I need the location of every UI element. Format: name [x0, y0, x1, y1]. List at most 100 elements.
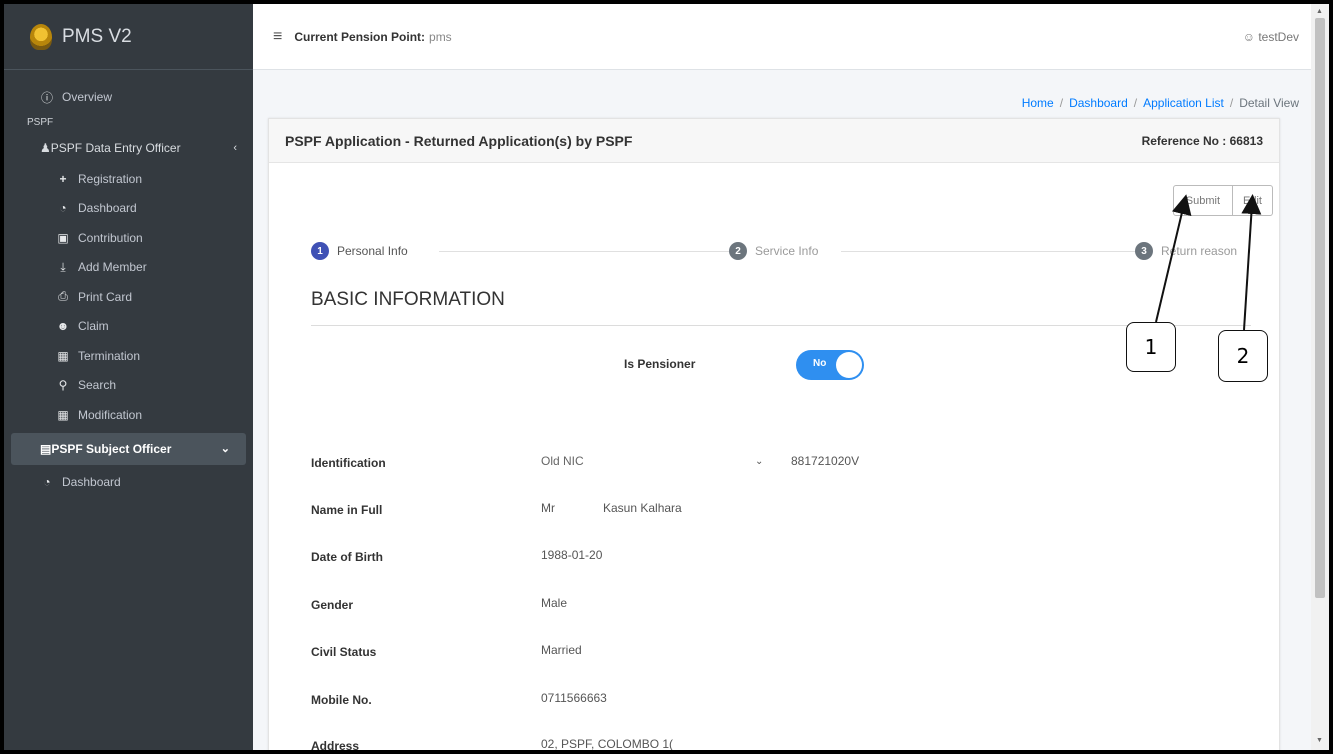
step-connector	[439, 251, 739, 252]
sidebar-item-registration[interactable]: + Registration	[4, 164, 253, 194]
step-label: Personal Info	[337, 244, 408, 258]
square-icon: ▦	[57, 348, 69, 363]
chevron-down-icon[interactable]: ⌄	[755, 456, 763, 467]
money-icon: ▣	[57, 230, 69, 245]
sidebar: PMS V2 ⓘ Overview PSPF ♟ PSPF Data Entry…	[4, 4, 253, 750]
sidebar-item-print-card[interactable]: ⎙ Print Card	[4, 282, 253, 312]
breadcrumb-application-list[interactable]: Application List	[1143, 96, 1224, 110]
step-label: Service Info	[755, 244, 819, 258]
breadcrumb-current: Detail View	[1239, 96, 1299, 110]
brand[interactable]: PMS V2	[4, 4, 253, 70]
sidebar-item-termination[interactable]: ▦ Termination	[4, 341, 253, 371]
sidebar-item-add-member[interactable]: ⤓ Add Member	[4, 253, 253, 283]
is-pensioner-label: Is Pensioner	[624, 357, 696, 371]
scroll-thumb[interactable]	[1315, 18, 1325, 598]
search-icon: ⚲	[58, 378, 68, 393]
square-icon: ▦	[57, 407, 69, 422]
name-title: Mr	[541, 501, 555, 515]
card-header: PSPF Application - Returned Application(…	[269, 119, 1279, 163]
scroll-down-icon[interactable]: ▼	[1316, 737, 1323, 744]
dob-label: Date of Birth	[311, 550, 383, 564]
sidebar-group-label: PSPF Data Entry Officer	[50, 141, 181, 155]
step-number: 3	[1135, 242, 1153, 260]
download-icon: ⤓	[60, 259, 66, 274]
emblem-logo	[30, 23, 52, 50]
hamburger-menu-icon[interactable]: ≡	[273, 28, 282, 46]
action-button-group: Submit Edit	[1172, 185, 1273, 216]
sidebar-nav: ⓘ Overview PSPF ♟ PSPF Data Entry Office…	[4, 70, 253, 497]
reference-number: Reference No : 66813	[1141, 133, 1263, 148]
toggle-label: No	[813, 358, 827, 369]
stepper: 1 Personal Info 2 Service Info 3 Return …	[311, 242, 1251, 262]
sidebar-item-dashboard[interactable]: ◔ Dashboard	[4, 194, 253, 224]
tachometer-icon: ◔	[43, 475, 51, 490]
scroll-up-icon[interactable]: ▲	[1316, 8, 1323, 15]
sidebar-item-label: Dashboard	[78, 201, 137, 216]
sidebar-item-label: Termination	[78, 348, 141, 363]
sidebar-item-dashboard-2[interactable]: ◔ Dashboard	[4, 468, 253, 498]
name-value: Kasun Kalhara	[603, 501, 682, 515]
print-icon: ⎙	[58, 289, 68, 304]
users-icon: ♟	[40, 141, 51, 155]
sidebar-item-modification[interactable]: ▦ Modification	[4, 400, 253, 430]
sidebar-item-label: Search	[78, 378, 117, 393]
name-label: Name in Full	[311, 503, 383, 517]
step-service-info[interactable]: 2 Service Info	[729, 242, 825, 260]
sidebar-item-search[interactable]: ⚲ Search	[4, 371, 253, 401]
sidebar-item-claim[interactable]: ☻ Claim	[4, 312, 253, 342]
pension-point-value: pms	[429, 29, 452, 44]
mobile-value: 0711566663	[541, 691, 607, 705]
scrollbar[interactable]: ▲ ▼	[1311, 4, 1329, 750]
sidebar-item-label: Registration	[78, 171, 143, 186]
nic-number: 881721020V	[791, 454, 860, 468]
card-title: PSPF Application - Returned Application(…	[285, 132, 633, 149]
sidebar-item-label: Modification	[78, 407, 143, 422]
sidebar-group-subject-officer[interactable]: ▤ PSPF Subject Officer ⌄	[11, 432, 246, 465]
sidebar-item-overview[interactable]: ⓘ Overview	[4, 82, 253, 112]
user-menu[interactable]: ☺ testDev	[1243, 30, 1299, 44]
user-icon: ☺	[1242, 29, 1255, 44]
annotation-2: 2	[1218, 330, 1268, 382]
breadcrumb-home[interactable]: Home	[1022, 96, 1054, 110]
gender-value: Male	[541, 596, 568, 610]
dob-value: 1988-01-20	[541, 548, 603, 562]
sidebar-item-contribution[interactable]: ▣ Contribution	[4, 223, 253, 253]
breadcrumb-dashboard[interactable]: Dashboard	[1069, 96, 1128, 110]
identification-label: Identification	[311, 456, 386, 470]
sidebar-header-pspf: PSPF	[27, 116, 54, 128]
step-number: 2	[729, 242, 747, 260]
step-connector	[841, 251, 1141, 252]
sidebar-group-data-entry-officer[interactable]: ♟ PSPF Data Entry Officer ‹	[4, 132, 253, 164]
submit-button[interactable]: Submit	[1172, 185, 1234, 216]
is-pensioner-toggle[interactable]: No	[796, 350, 864, 380]
step-return-reason[interactable]: 3 Return reason	[1135, 242, 1244, 260]
info-circle-icon: ⓘ	[40, 90, 53, 105]
step-label: Return reason	[1161, 244, 1238, 258]
sidebar-item-label: Claim	[78, 319, 109, 334]
divider	[311, 325, 1251, 326]
civil-status-value: Married	[541, 643, 582, 657]
address-value: 02, PSPF, COLOMBO 1(	[541, 737, 674, 750]
app-frame: PMS V2 ⓘ Overview PSPF ♟ PSPF Data Entry…	[4, 4, 1329, 750]
chevron-left-icon: ‹	[233, 142, 237, 154]
sidebar-item-label: Contribution	[78, 230, 143, 245]
annotation-1: 1	[1126, 322, 1176, 372]
step-number: 1	[311, 242, 329, 260]
step-personal-info[interactable]: 1 Personal Info	[311, 242, 414, 260]
edit-button[interactable]: Edit	[1233, 185, 1273, 216]
sidebar-item-label: Add Member	[78, 260, 147, 275]
topbar: ≡ Current Pension Point: pms ☺ testDev	[253, 4, 1329, 70]
user-name: testDev	[1258, 29, 1299, 44]
pension-point-label: Current Pension Point:	[294, 29, 426, 44]
address-label: Address	[311, 739, 360, 750]
gender-label: Gender	[311, 598, 354, 612]
box-icon: ▤	[40, 441, 52, 456]
identification-type-select[interactable]: Old NIC	[541, 454, 584, 468]
section-title: BASIC INFORMATION	[311, 289, 505, 310]
breadcrumb: Home / Dashboard / Application List / Detail V…	[1021, 96, 1299, 110]
mobile-label: Mobile No.	[311, 693, 372, 707]
sidebar-item-label: Print Card	[78, 289, 133, 304]
brand-name: PMS V2	[62, 25, 132, 47]
sidebar-item-label: Dashboard	[62, 475, 121, 490]
chevron-down-icon: ⌄	[220, 443, 230, 455]
